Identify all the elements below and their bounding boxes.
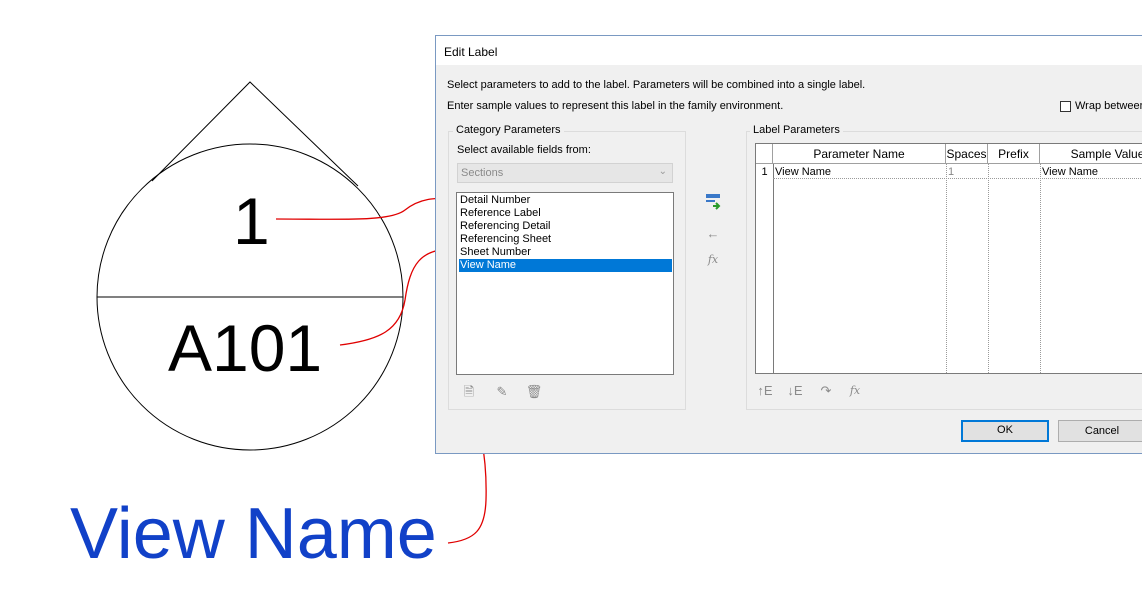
cell-sample-value[interactable]: View Name (1042, 165, 1098, 179)
fx-edit-icon[interactable]: fx (846, 382, 864, 400)
column-header-sample-value[interactable]: Sample Value (1040, 144, 1142, 164)
grid-divider (988, 164, 989, 373)
available-fields-list[interactable]: Detail Number Reference Label Referencin… (456, 192, 674, 375)
field-item-view-name[interactable]: View Name (459, 259, 672, 272)
field-item-detail-number[interactable]: Detail Number (459, 194, 672, 207)
tag-sheet-number: A101 (168, 311, 323, 385)
edit-label-dialog: Edit Label Select parameters to add to t… (435, 35, 1142, 454)
dialog-titlebar[interactable]: Edit Label (436, 36, 1142, 65)
label-parameters-title: Label Parameters (750, 124, 843, 136)
delete-parameter-icon[interactable]: 🗑 (525, 383, 543, 401)
tag-view-name: View Name (70, 494, 437, 574)
move-up-icon[interactable]: ↑E (756, 382, 774, 400)
wrap-between-checkbox[interactable] (1060, 101, 1071, 112)
new-parameter-icon[interactable]: 🗎 (460, 383, 478, 401)
field-item-sheet-number[interactable]: Sheet Number (459, 246, 672, 259)
edit-parameter-icon[interactable]: ✎ (493, 383, 511, 401)
field-item-referencing-sheet[interactable]: Referencing Sheet (459, 233, 672, 246)
add-parameter-icon[interactable] (704, 192, 722, 210)
remove-parameter-icon[interactable]: ← (704, 225, 722, 243)
ok-button[interactable]: OK (961, 420, 1049, 442)
cancel-button[interactable]: Cancel (1058, 420, 1142, 442)
select-fields-label: Select available fields from: (457, 144, 591, 156)
grid-rownum-divider (773, 164, 774, 373)
field-item-reference-label[interactable]: Reference Label (459, 207, 672, 220)
annotation-line-detail (275, 197, 454, 220)
wrap-between-label: Wrap between (1075, 100, 1142, 112)
grid-corner-header (756, 144, 773, 164)
fx-icon[interactable]: fx (704, 251, 722, 269)
cell-spaces[interactable]: 1 (948, 165, 954, 179)
column-header-spaces[interactable]: Spaces (946, 144, 988, 164)
cell-parameter-name[interactable]: View Name (775, 165, 831, 179)
grid-divider (1040, 164, 1041, 373)
instruction-text-2: Enter sample values to represent this la… (447, 100, 784, 112)
chevron-down-icon: ⌄ (658, 166, 667, 177)
tag-triangle (151, 81, 359, 187)
field-item-referencing-detail[interactable]: Referencing Detail (459, 220, 672, 233)
dialog-title: Edit Label (444, 45, 498, 59)
move-down-icon[interactable]: ↓E (786, 382, 804, 400)
tag-detail-number: 1 (233, 184, 270, 258)
row-number: 1 (761, 166, 768, 178)
category-select[interactable]: Sections ⌄ (457, 163, 673, 183)
category-select-value: Sections (461, 167, 504, 179)
instruction-text-1: Select parameters to add to the label. P… (447, 79, 866, 91)
category-parameters-title: Category Parameters (453, 124, 564, 136)
column-header-prefix[interactable]: Prefix (988, 144, 1040, 164)
label-parameters-grid[interactable]: Parameter Name Spaces Prefix Sample Valu… (755, 143, 1142, 374)
column-header-parameter-name[interactable]: Parameter Name (773, 144, 946, 164)
sort-icon[interactable]: ↷ (817, 382, 835, 400)
grid-divider (946, 164, 947, 373)
